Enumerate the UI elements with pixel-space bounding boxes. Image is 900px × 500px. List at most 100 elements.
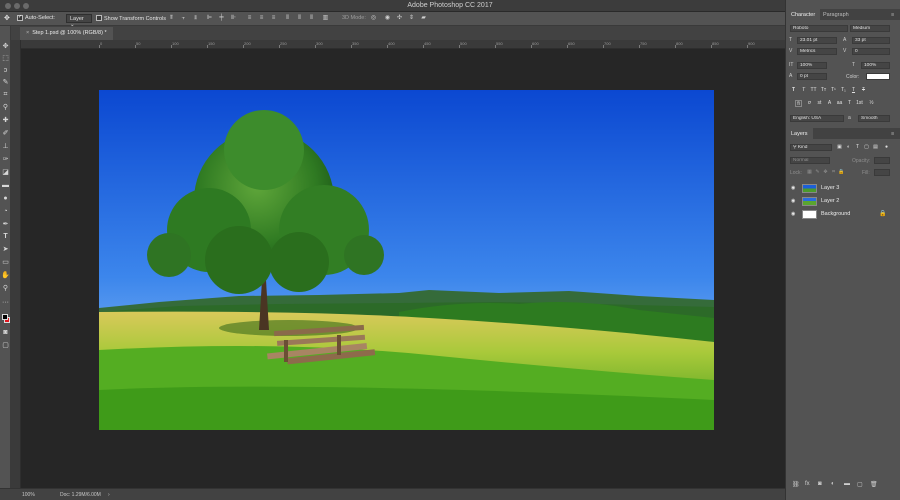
align-hcenter-icon[interactable]: ╪ [218, 15, 225, 22]
tab-paragraph[interactable]: Paragraph [818, 9, 854, 20]
marquee-tool-button[interactable]: ⬚ [1, 54, 10, 64]
3d-roll-icon[interactable]: ◉ [384, 15, 391, 22]
filter-toggle-icon[interactable]: ● [883, 144, 890, 151]
text-color-swatch[interactable] [866, 73, 890, 80]
eyedropper-tool-button[interactable]: ⚲ [1, 103, 10, 113]
fractions-icon[interactable]: 1st [856, 100, 863, 107]
tab-layers[interactable]: Layers [786, 128, 813, 139]
3d-pan-icon[interactable]: ✣ [396, 15, 403, 22]
layer-row-layer-2[interactable]: ◉ Layer 2 [786, 195, 900, 207]
filter-adjustment-icon[interactable]: ◐ [845, 144, 852, 151]
titling-icon[interactable]: aa [836, 100, 843, 107]
font-size-field[interactable]: 23.01 pt [797, 37, 837, 44]
vertical-scale-field[interactable]: 100% [797, 62, 827, 69]
eraser-tool-button[interactable]: ◪ [1, 168, 10, 178]
3d-orbit-icon[interactable]: ◎ [370, 15, 377, 22]
superscript-icon[interactable]: T¹ [830, 87, 837, 94]
tab-character[interactable]: Character [786, 9, 821, 20]
canvas-image[interactable] [99, 90, 714, 430]
gradient-tool-button[interactable]: ▬ [1, 181, 10, 191]
foreground-color-swatch[interactable] [2, 314, 8, 320]
fx-icon[interactable]: fx [805, 481, 810, 487]
old-style-icon[interactable]: ơ [806, 100, 813, 107]
half-fraction-icon[interactable]: ½ [868, 100, 875, 107]
layer-filter-select[interactable]: ⚲ Kind [790, 144, 832, 151]
document-tab[interactable]: × Step 1.psd @ 100% (RGB/8) * [20, 27, 113, 40]
filter-shape-icon[interactable]: ▢ [863, 144, 870, 151]
auto-select-checkbox[interactable]: Auto-Select: [17, 15, 55, 21]
align-right-icon[interactable]: ⊪ [230, 15, 237, 22]
zoom-tool-button[interactable]: ⚲ [1, 284, 10, 294]
all-caps-icon[interactable]: TT [810, 87, 817, 94]
document-size[interactable]: Doc: 1.29M/6.00M [60, 492, 101, 498]
close-tab-icon[interactable]: × [26, 30, 29, 36]
path-select-tool-button[interactable]: ➤ [1, 245, 10, 255]
leading-field[interactable]: 33 pt [852, 37, 890, 44]
tracking-field[interactable]: 0 [852, 48, 890, 55]
underline-icon[interactable]: T [850, 87, 857, 94]
trash-icon[interactable]: 🗑 [870, 481, 878, 488]
adjustment-layer-icon[interactable]: ◐ [831, 481, 835, 487]
layers-menu-icon[interactable]: ≡ [886, 128, 899, 139]
status-menu-arrow-icon[interactable]: › [108, 492, 110, 498]
history-brush-tool-button[interactable]: ✑ [1, 155, 10, 165]
pen-tool-button[interactable]: ✒ [1, 220, 10, 230]
filter-smart-icon[interactable]: ▤ [872, 144, 879, 151]
move-tool-button[interactable]: ✥ [1, 42, 10, 52]
lock-position-icon[interactable]: ✥ [822, 169, 829, 176]
filter-pixel-icon[interactable]: ▣ [836, 144, 843, 151]
link-layers-icon[interactable]: ⛓ [792, 481, 800, 488]
align-bottom-icon[interactable]: ⫫ [192, 15, 199, 22]
blur-tool-button[interactable]: ● [1, 194, 10, 204]
zoom-level[interactable]: 100% [22, 492, 35, 498]
new-group-icon[interactable]: ▬ [844, 481, 850, 487]
blend-mode-select[interactable]: Normal [790, 157, 830, 164]
kerning-field[interactable]: Metrics [797, 48, 837, 55]
vertical-ruler[interactable] [11, 40, 21, 488]
screen-mode-icon[interactable]: ▢ [1, 341, 10, 351]
lock-transparent-icon[interactable]: ▦ [806, 169, 813, 176]
distribute-left-icon[interactable]: ⫴ [284, 15, 291, 22]
stamp-tool-button[interactable]: ⊥ [1, 142, 10, 152]
language-select[interactable]: English: USA [790, 115, 844, 122]
faux-bold-icon[interactable]: T [790, 87, 797, 94]
quick-select-tool-button[interactable]: ✎ [1, 78, 10, 88]
ordinals-icon[interactable]: T [846, 100, 853, 107]
new-layer-icon[interactable]: ▢ [857, 481, 863, 488]
show-transform-checkbox[interactable]: Show Transform Controls [96, 15, 166, 22]
strikethrough-icon[interactable]: T [860, 87, 867, 94]
fill-field[interactable] [874, 169, 890, 176]
ligature-icon[interactable]: fi [795, 100, 802, 107]
healing-tool-button[interactable]: ✚ [1, 116, 10, 126]
lock-artboard-icon[interactable]: ⌗ [830, 169, 837, 176]
font-style-select[interactable]: Medium [850, 25, 890, 32]
alternates-icon[interactable]: A [826, 100, 833, 107]
filter-type-icon[interactable]: T [854, 144, 861, 151]
quick-mask-icon[interactable]: ◙ [1, 328, 10, 338]
eye-icon[interactable]: ◉ [791, 185, 795, 191]
brush-tool-button[interactable]: ✐ [1, 129, 10, 139]
horizontal-ruler[interactable]: 0 50 100 150 200 250 300 350 400 450 500 550 600 650 7… [21, 40, 785, 49]
baseline-shift-field[interactable]: 0 pt [797, 73, 827, 80]
lock-image-icon[interactable]: ✎ [814, 169, 821, 176]
horizontal-scale-field[interactable]: 100% [861, 62, 890, 69]
subscript-icon[interactable]: T₁ [840, 87, 847, 94]
faux-italic-icon[interactable]: T [800, 87, 807, 94]
font-family-select[interactable]: Roboto [790, 25, 848, 32]
add-mask-icon[interactable]: ◙ [818, 481, 822, 487]
auto-select-dropdown[interactable]: Layer ⌄ [66, 14, 92, 28]
eye-icon[interactable]: ◉ [791, 211, 795, 217]
move-tool-icon[interactable]: ✥ [4, 14, 10, 22]
3d-slide-icon[interactable]: ⇕ [408, 15, 415, 22]
distribute-bottom-icon[interactable]: ≡ [270, 15, 277, 22]
distribute-right-icon[interactable]: ⫴ [308, 15, 315, 22]
more-tools-icon[interactable]: ··· [1, 298, 10, 308]
dodge-tool-button[interactable]: ◔ [1, 207, 10, 217]
align-vcenter-icon[interactable]: ⫟ [180, 15, 187, 22]
layer-row-layer-3[interactable]: ◉ Layer 3 [786, 182, 900, 194]
crop-tool-button[interactable]: ⌗ [1, 90, 10, 100]
layer-row-background[interactable]: ◉ Background 🔒 [786, 208, 900, 220]
align-top-icon[interactable]: ⫪ [168, 15, 175, 22]
lasso-tool-button[interactable]: ↄ [1, 66, 10, 76]
hand-tool-button[interactable]: ✋ [1, 271, 10, 281]
